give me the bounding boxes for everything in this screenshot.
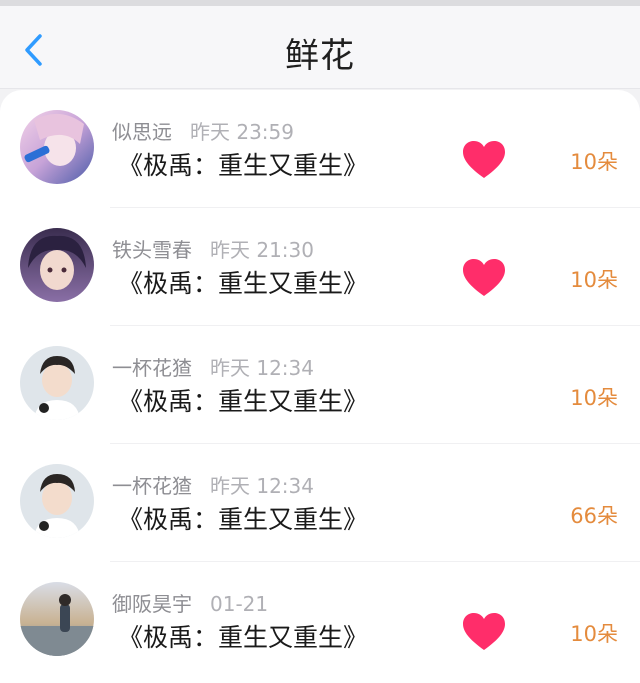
flower-list: 似思远 昨天 23:59 《极禹：重生又重生》 10朵 铁头雪春 昨天 21:30 … [0, 90, 640, 683]
list-item[interactable]: 似思远 昨天 23:59 《极禹：重生又重生》 10朵 [0, 90, 640, 208]
flower-count: 10朵 [570, 386, 618, 410]
flower-count: 10朵 [570, 150, 618, 174]
sender-name[interactable]: 似思远 [112, 120, 172, 144]
book-title[interactable]: 《极禹：重生又重生》 [118, 146, 368, 182]
list-item[interactable]: 铁头雪春 昨天 21:30 《极禹：重生又重生》 10朵 [0, 208, 640, 326]
avatar[interactable] [20, 582, 94, 656]
sender-meta: 一杯花猹 昨天 12:34 [112, 352, 314, 381]
flower-count: 10朵 [570, 622, 618, 646]
heart-icon [463, 259, 505, 296]
timestamp: 昨天 12:34 [210, 474, 314, 498]
navigation-bar: 鲜花 [0, 0, 640, 89]
flower-count: 10朵 [570, 268, 618, 292]
sender-meta: 一杯花猹 昨天 12:34 [112, 470, 314, 499]
timestamp: 昨天 21:30 [210, 238, 314, 262]
list-item[interactable]: 一杯花猹 昨天 12:34 《极禹：重生又重生》 66朵 [0, 444, 640, 562]
avatar[interactable] [20, 464, 94, 538]
avatar[interactable] [20, 110, 94, 184]
timestamp: 昨天 23:59 [190, 120, 294, 144]
list-item[interactable]: 一杯花猹 昨天 12:34 《极禹：重生又重生》 10朵 [0, 326, 640, 444]
timestamp: 01-21 [210, 592, 269, 616]
heart-icon [463, 141, 505, 178]
page-title: 鲜花 [285, 36, 355, 76]
sender-name[interactable]: 一杯花猹 [112, 474, 192, 498]
status-strip [0, 0, 640, 6]
book-title[interactable]: 《极禹：重生又重生》 [118, 500, 368, 536]
book-title[interactable]: 《极禹：重生又重生》 [118, 264, 368, 300]
book-title[interactable]: 《极禹：重生又重生》 [118, 618, 368, 654]
sender-meta: 似思远 昨天 23:59 [112, 116, 294, 145]
sender-name[interactable]: 铁头雪春 [112, 238, 192, 262]
avatar[interactable] [20, 228, 94, 302]
flower-count: 66朵 [570, 504, 618, 528]
timestamp: 昨天 12:34 [210, 356, 314, 380]
list-item[interactable]: 御阪昊宇 01-21 《极禹：重生又重生》 10朵 [0, 562, 640, 680]
sender-name[interactable]: 一杯花猹 [112, 356, 192, 380]
avatar[interactable] [20, 346, 94, 420]
sender-meta: 铁头雪春 昨天 21:30 [112, 234, 314, 263]
sender-meta: 御阪昊宇 01-21 [112, 588, 268, 617]
sender-name[interactable]: 御阪昊宇 [112, 592, 192, 616]
book-title[interactable]: 《极禹：重生又重生》 [118, 382, 368, 418]
heart-icon [463, 613, 505, 650]
